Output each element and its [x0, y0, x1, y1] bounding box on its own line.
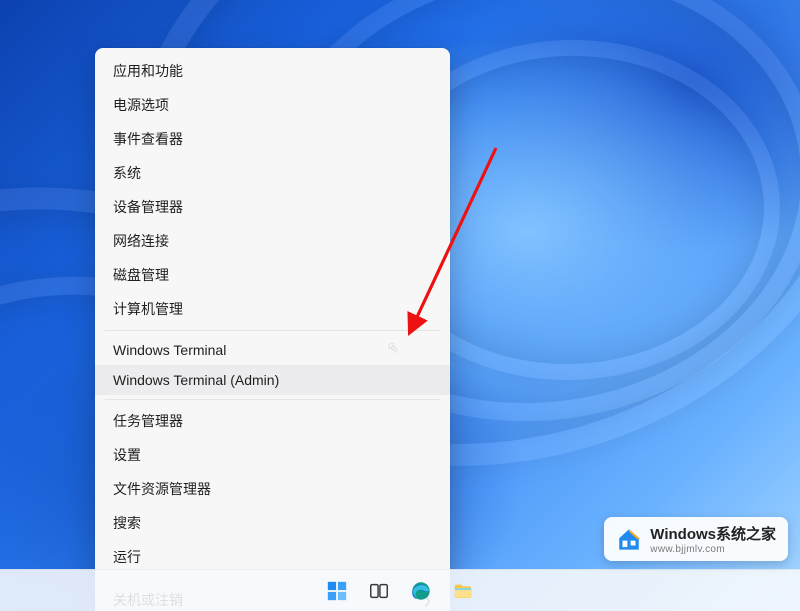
file-explorer-button[interactable]: [449, 577, 477, 605]
start-button[interactable]: [323, 577, 351, 605]
menu-item-label: 设备管理器: [113, 197, 183, 217]
menu-item-label: 系统: [113, 163, 141, 183]
menu-item[interactable]: 网络连接: [95, 224, 450, 258]
site-watermark: Windows系统之家 www.bjjmlv.com: [604, 517, 788, 561]
menu-item[interactable]: 系统: [95, 156, 450, 190]
menu-item-label: 运行: [113, 547, 141, 567]
menu-item-label: 搜索: [113, 513, 141, 533]
menu-item-label: 任务管理器: [113, 411, 183, 431]
menu-item-label: 磁盘管理: [113, 265, 169, 285]
task-view-icon: [368, 580, 390, 602]
menu-item-label: 应用和功能: [113, 61, 183, 81]
menu-item[interactable]: 设置: [95, 438, 450, 472]
menu-item[interactable]: 搜索: [95, 506, 450, 540]
menu-item[interactable]: Windows Terminal: [95, 335, 450, 365]
taskbar: [0, 569, 800, 611]
menu-item[interactable]: 计算机管理: [95, 292, 450, 326]
menu-item[interactable]: 任务管理器: [95, 404, 450, 438]
windows-logo-icon: [326, 580, 348, 602]
menu-item[interactable]: 应用和功能: [95, 54, 450, 88]
menu-item[interactable]: Windows Terminal (Admin): [95, 365, 450, 395]
winx-context-menu: 应用和功能电源选项事件查看器系统设备管理器网络连接磁盘管理计算机管理 Window…: [95, 48, 450, 611]
folder-icon: [452, 580, 474, 602]
menu-item[interactable]: 文件资源管理器: [95, 472, 450, 506]
menu-item[interactable]: 事件查看器: [95, 122, 450, 156]
task-view-button[interactable]: [365, 577, 393, 605]
menu-item-label: 计算机管理: [113, 299, 183, 319]
menu-separator: [105, 399, 440, 400]
menu-item-label: Windows Terminal: [113, 342, 226, 358]
watermark-title: Windows系统之家: [650, 523, 776, 544]
menu-item[interactable]: 电源选项: [95, 88, 450, 122]
watermark-url: www.bjjmlv.com: [650, 544, 776, 555]
menu-item-label: 设置: [113, 445, 141, 465]
menu-item-label: 事件查看器: [113, 129, 183, 149]
menu-separator: [105, 330, 440, 331]
menu-item-label: 电源选项: [113, 95, 169, 115]
house-logo-icon: [616, 526, 642, 552]
menu-item[interactable]: 设备管理器: [95, 190, 450, 224]
edge-icon: [410, 580, 432, 602]
edge-button[interactable]: [407, 577, 435, 605]
menu-item-label: 网络连接: [113, 231, 169, 251]
menu-item-label: 文件资源管理器: [113, 479, 211, 499]
menu-item-label: Windows Terminal (Admin): [113, 372, 279, 388]
desktop[interactable]: 应用和功能电源选项事件查看器系统设备管理器网络连接磁盘管理计算机管理 Window…: [0, 0, 800, 611]
menu-item[interactable]: 磁盘管理: [95, 258, 450, 292]
